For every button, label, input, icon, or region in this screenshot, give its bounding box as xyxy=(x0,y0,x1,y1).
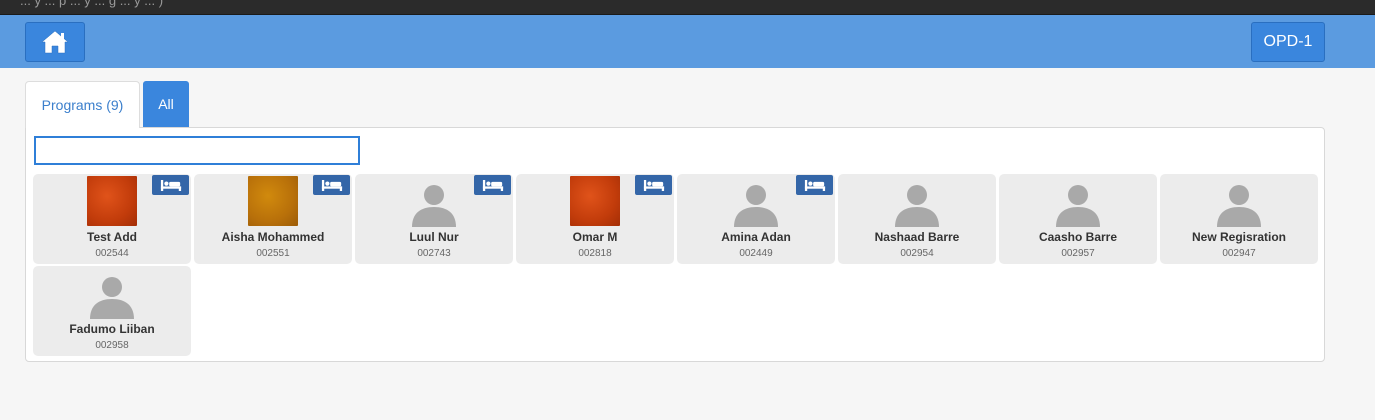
patient-id: 002958 xyxy=(95,340,129,351)
bed-icon xyxy=(635,175,672,195)
default-avatar-icon xyxy=(87,271,137,319)
patient-card[interactable]: Test Add 002544 xyxy=(33,174,191,264)
patient-card[interactable]: Nashaad Barre 002954 xyxy=(838,174,996,264)
patient-name: Aisha Mohammed xyxy=(221,230,325,244)
browser-top-bar: ... y ... p ... y ... g ... y ... ) xyxy=(0,0,1375,15)
default-avatar-icon xyxy=(731,179,781,227)
patient-card[interactable]: Amina Adan 002449 xyxy=(677,174,835,264)
app-header: OPD-1 xyxy=(0,15,1375,68)
patient-photo xyxy=(570,176,620,226)
patient-photo xyxy=(87,176,137,226)
patient-id: 002551 xyxy=(256,248,290,259)
patient-card[interactable]: Luul Nur 002743 xyxy=(355,174,513,264)
patient-name: Test Add xyxy=(87,230,137,244)
patient-id: 002954 xyxy=(900,248,934,259)
location-button[interactable]: OPD-1 xyxy=(1251,22,1325,62)
patient-name: Nashaad Barre xyxy=(874,230,960,244)
bed-icon xyxy=(796,175,833,195)
patient-id: 002818 xyxy=(578,248,612,259)
patient-name: Amina Adan xyxy=(721,230,791,244)
patient-card[interactable]: Fadumo Liiban 002958 xyxy=(33,266,191,356)
default-avatar-icon xyxy=(1214,179,1264,227)
search-input[interactable] xyxy=(34,136,360,165)
default-avatar-icon xyxy=(892,179,942,227)
patient-id: 002544 xyxy=(95,248,129,259)
bed-icon xyxy=(474,175,511,195)
patient-name: New Regisration xyxy=(1191,230,1287,244)
patient-card[interactable]: Aisha Mohammed 002551 xyxy=(194,174,352,264)
patient-id: 002449 xyxy=(739,248,773,259)
patient-name: Omar M xyxy=(572,230,618,244)
patient-photo xyxy=(248,176,298,226)
bed-icon xyxy=(152,175,189,195)
top-bar-title: ... y ... p ... y ... g ... y ... ) xyxy=(20,0,164,8)
tab-programs[interactable]: Programs (9) xyxy=(25,81,140,128)
patient-card[interactable]: Omar M 002818 xyxy=(516,174,674,264)
home-button[interactable] xyxy=(25,22,85,62)
patient-card[interactable]: Caasho Barre 002957 xyxy=(999,174,1157,264)
bed-icon xyxy=(313,175,350,195)
patient-name: Luul Nur xyxy=(409,230,459,244)
default-avatar-icon xyxy=(1053,179,1103,227)
home-icon xyxy=(41,30,69,54)
patient-id: 002743 xyxy=(417,248,451,259)
default-avatar-icon xyxy=(409,179,459,227)
tab-all[interactable]: All xyxy=(143,81,189,127)
patient-id: 002957 xyxy=(1061,248,1095,259)
patient-id: 002947 xyxy=(1222,248,1256,259)
patient-card[interactable]: New Regisration 002947 xyxy=(1160,174,1318,264)
patient-name: Fadumo Liiban xyxy=(69,322,155,336)
patient-name: Caasho Barre xyxy=(1038,230,1118,244)
